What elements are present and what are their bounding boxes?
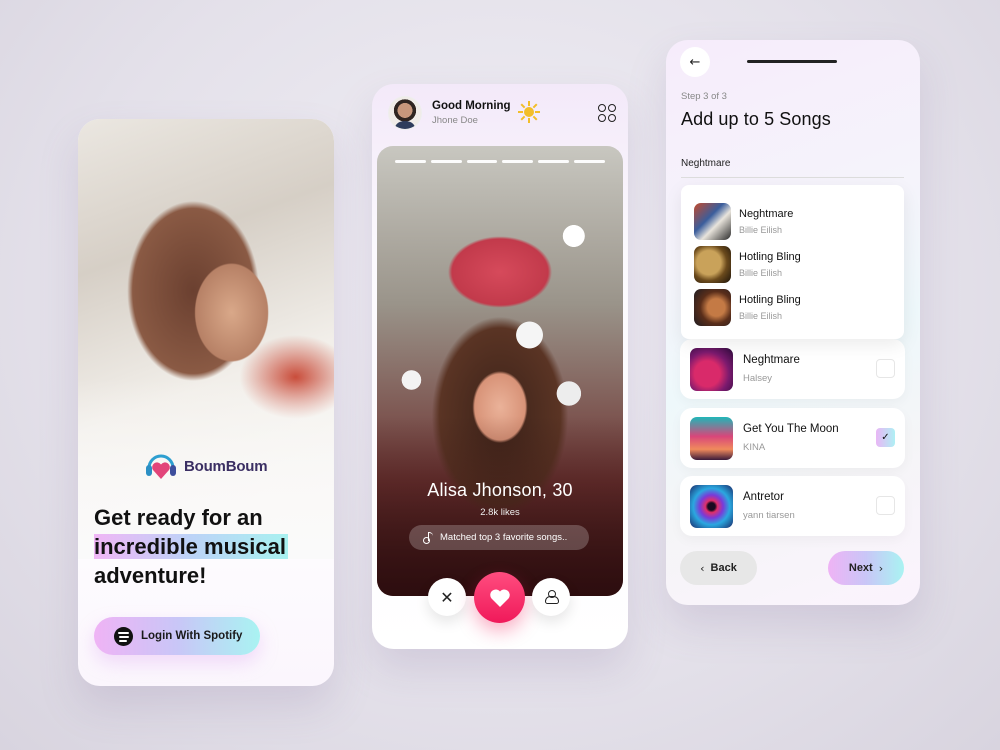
story-segment <box>502 160 534 163</box>
song-title: Neghtmare <box>743 354 800 366</box>
story-segment <box>538 160 570 163</box>
heart-icon <box>489 588 510 607</box>
profile-likes: 2.8k likes <box>480 507 520 518</box>
suggestion-title: Hotling Bling <box>739 294 801 306</box>
headline-line-3: adventure! <box>94 563 207 588</box>
profile-card[interactable]: Alisa Jhonson, 30 2.8k likes Matched top… <box>377 146 623 596</box>
add-songs-screen: ← Step 3 of 3 Add up to 5 Songs Neghtmar… <box>666 40 920 605</box>
heart-headphones-logo-icon <box>144 451 178 481</box>
story-segment <box>430 160 462 163</box>
page-title: Add up to 5 Songs <box>681 109 831 129</box>
story-progress <box>395 160 605 163</box>
suggestion-item[interactable]: Hotling Bling Billie Eilish <box>694 286 904 329</box>
login-spotify-button[interactable]: Login With Spotify <box>94 617 260 655</box>
song-row[interactable]: Antretor yann tiarsen <box>680 476 905 536</box>
song-title: Get You The Moon <box>743 423 839 435</box>
back-arrow-button[interactable]: ← <box>680 47 710 77</box>
story-segment <box>574 160 605 163</box>
spotify-icon <box>114 626 133 646</box>
album-art <box>690 484 733 528</box>
headline-line-1: Get ready for an <box>94 505 263 530</box>
suggestion-title: Neghtmare <box>739 208 794 220</box>
headline: Get ready for an incredible musical adve… <box>94 503 324 590</box>
album-art <box>694 246 731 283</box>
song-artist: yann tiarsen <box>743 510 795 521</box>
brand: BoumBoum <box>144 451 268 481</box>
song-artist: Halsey <box>743 373 773 384</box>
sun-icon <box>517 101 540 123</box>
onboarding-screen: BoumBoum Get ready for an incredible mus… <box>78 119 334 686</box>
song-checkbox[interactable] <box>876 359 895 378</box>
back-label: Back <box>710 562 737 574</box>
greeting: Good Morning Jhone Doe <box>432 100 511 126</box>
suggestion-item[interactable]: Hotling Bling Billie Eilish <box>694 243 904 286</box>
match-text: Matched top 3 favorite songs.. <box>440 532 568 543</box>
story-segment <box>466 160 498 163</box>
arrow-left-icon: ← <box>689 54 701 70</box>
song-row[interactable]: Get You The Moon KINA ✓ <box>680 408 905 468</box>
song-artist: KINA <box>743 442 766 453</box>
discover-screen: Good Morning Jhone Doe Alisa Jhonson, 30… <box>372 84 628 649</box>
profile-name: Alisa Jhonson, 30 <box>427 480 573 500</box>
suggestion-item[interactable]: Neghtmare Billie Eilish <box>694 200 904 243</box>
dislike-button[interactable]: ✕ <box>428 578 466 616</box>
song-title: Antretor <box>743 491 784 503</box>
song-checkbox[interactable]: ✓ <box>876 428 895 447</box>
like-button[interactable] <box>474 572 525 623</box>
album-art <box>690 416 733 460</box>
login-spotify-label: Login With Spotify <box>141 630 243 642</box>
check-icon: ✓ <box>881 432 890 443</box>
suggestion-title: Hotling Bling <box>739 251 801 263</box>
album-art <box>690 347 733 391</box>
suggestion-artist: Billie Eilish <box>739 311 783 321</box>
user-icon <box>545 590 559 604</box>
album-art <box>694 289 731 326</box>
next-label: Next <box>848 562 873 574</box>
close-icon: ✕ <box>440 587 454 607</box>
user-name: Jhone Doe <box>432 115 478 126</box>
header: Good Morning Jhone Doe <box>388 96 616 130</box>
headline-highlight: incredible musical <box>94 534 288 559</box>
match-badge: Matched top 3 favorite songs.. <box>409 525 589 550</box>
step-label: Step 3 of 3 <box>681 91 727 102</box>
story-segment <box>395 160 426 163</box>
chevron-right-icon: › <box>878 561 884 575</box>
song-checkbox[interactable] <box>876 496 895 515</box>
album-art <box>694 203 731 240</box>
back-button[interactable]: ‹ Back <box>680 551 757 585</box>
suggestion-artist: Billie Eilish <box>739 268 783 278</box>
music-note-icon <box>423 531 433 544</box>
suggestion-artist: Billie Eilish <box>739 225 783 235</box>
next-button[interactable]: Next › <box>828 551 904 585</box>
search-suggestions: Neghtmare Billie Eilish Hotling Bling Bi… <box>681 185 904 339</box>
song-row[interactable]: Neghtmare Halsey <box>680 339 905 399</box>
drag-handle[interactable] <box>747 60 837 63</box>
avatar[interactable] <box>388 96 422 130</box>
profile-button[interactable] <box>532 578 570 616</box>
brand-name: BoumBoum <box>184 457 268 475</box>
song-search-input[interactable] <box>681 150 904 178</box>
greeting-title: Good Morning <box>432 100 511 112</box>
chevron-left-icon: ‹ <box>700 561 705 575</box>
grid-menu-icon[interactable] <box>598 104 616 122</box>
